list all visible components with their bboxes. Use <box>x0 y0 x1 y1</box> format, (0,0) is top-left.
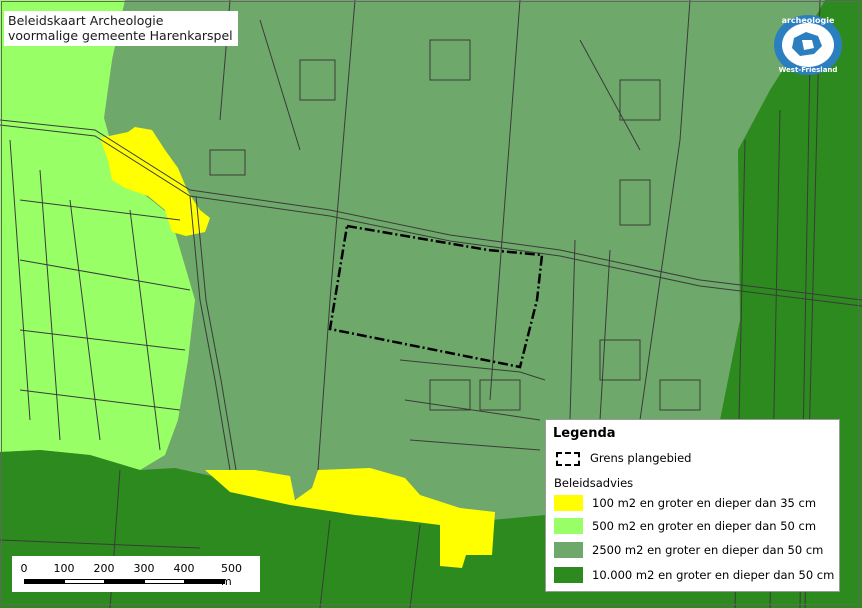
map-title: Beleidskaart Archeologie voormalige geme… <box>4 11 238 46</box>
legend-swatch <box>554 518 583 534</box>
scale-tick-label: 0 <box>20 562 28 575</box>
legend-item-10000m2: 10.000 m2 en groter en dieper dan 50 cm <box>554 567 839 583</box>
scale-segment <box>64 579 105 584</box>
scale-tick-label: 200 <box>93 562 115 575</box>
legend-panel: Legenda Grens plangebied Beleidsadvies 1… <box>545 419 840 592</box>
legend-item-label: 10.000 m2 en groter en dieper dan 50 cm <box>592 568 835 582</box>
scale-segment <box>104 579 145 584</box>
legend-swatch <box>554 495 583 511</box>
scale-segment <box>184 579 225 584</box>
scale-segment <box>144 579 185 584</box>
legend-item-100m2: 100 m2 en groter en dieper dan 35 cm <box>554 495 839 511</box>
logo-bottom-text: West-Friesland <box>778 66 838 74</box>
logo-top-text: archeologie <box>781 16 835 25</box>
archeologie-west-friesland-logo: archeologie West-Friesland <box>772 14 844 76</box>
legend-subtitle: Beleidsadvies <box>554 476 634 490</box>
scale-tick-label: 500 m <box>221 562 242 588</box>
scale-bar: 0 100 200 300 400 500 m <box>12 556 260 592</box>
legend-item-label: 100 m2 en groter en dieper dan 35 cm <box>592 496 817 510</box>
legend-boundary-label: Grens plangebied <box>590 451 692 465</box>
legend-item-label: 500 m2 en groter en dieper dan 50 cm <box>592 519 817 533</box>
scale-tick-label: 300 <box>133 562 155 575</box>
legend-swatch <box>554 542 583 558</box>
scale-segment <box>24 579 65 584</box>
legend-title: Legenda <box>553 426 616 441</box>
scale-tick-label: 400 <box>173 562 195 575</box>
legend-item-2500m2: 2500 m2 en groter en dieper dan 50 cm <box>554 542 839 558</box>
map-title-line2: voormalige gemeente Harenkarspel <box>8 28 233 43</box>
scale-tick-label: 100 <box>53 562 75 575</box>
map-title-line1: Beleidskaart Archeologie <box>8 13 164 28</box>
legend-swatch <box>554 567 583 583</box>
legend-boundary-swatch <box>556 452 580 466</box>
legend-item-label: 2500 m2 en groter en dieper dan 50 cm <box>592 543 824 557</box>
legend-item-500m2: 500 m2 en groter en dieper dan 50 cm <box>554 518 839 534</box>
